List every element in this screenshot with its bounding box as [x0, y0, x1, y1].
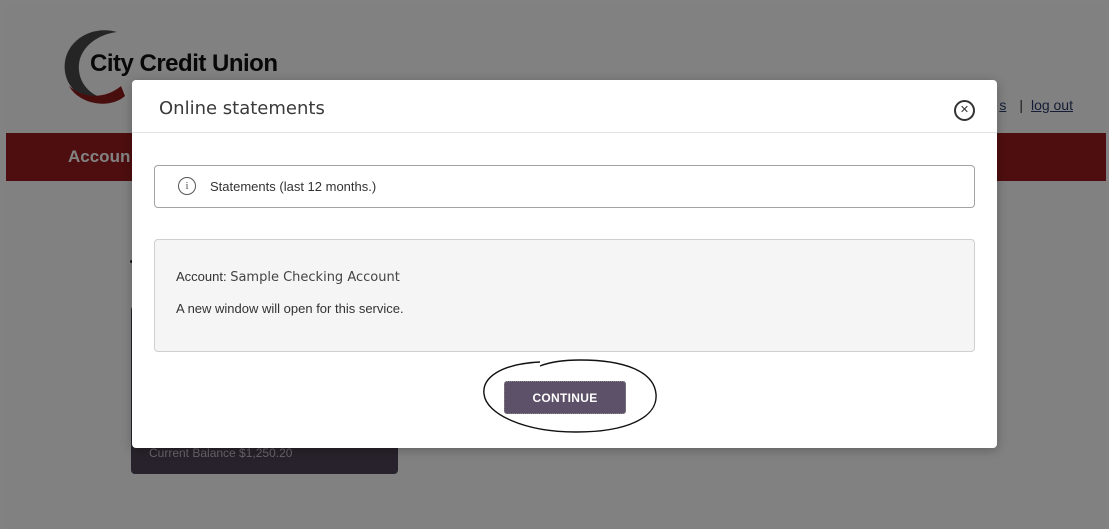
- continue-area: CONTINUE: [480, 356, 660, 436]
- modal-title: Online statements: [159, 98, 325, 119]
- modal-header: Online statements ✕: [132, 80, 997, 133]
- info-text: Statements (last 12 months.): [210, 179, 377, 194]
- account-detail-panel: Account: Sample Checking Account A new w…: [154, 239, 975, 352]
- continue-button[interactable]: CONTINUE: [504, 381, 626, 414]
- online-statements-modal: Online statements ✕ i Statements (last 1…: [132, 80, 997, 448]
- account-value: Sample Checking Account: [230, 270, 400, 285]
- account-line: Account: Sample Checking Account: [176, 269, 400, 285]
- new-window-note: A new window will open for this service.: [176, 301, 404, 316]
- close-icon[interactable]: ✕: [954, 100, 975, 121]
- account-label: Account:: [176, 269, 227, 284]
- info-icon: i: [178, 177, 196, 195]
- info-banner: i Statements (last 12 months.): [154, 165, 975, 208]
